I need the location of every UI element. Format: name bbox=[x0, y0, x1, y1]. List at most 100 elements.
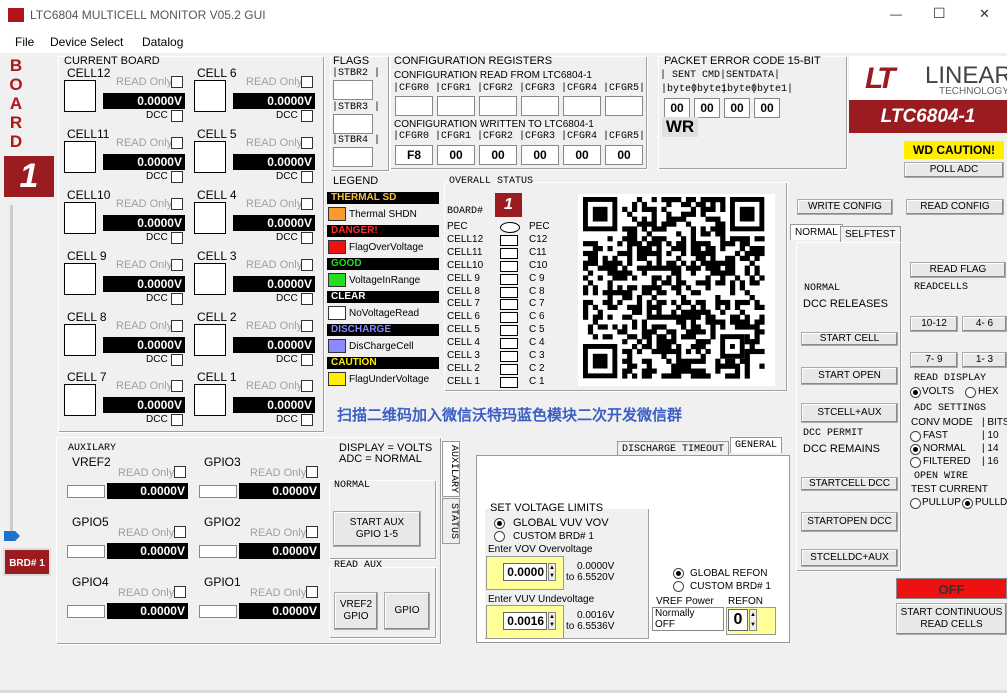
read-10-12-button[interactable]: 10-12 bbox=[910, 316, 958, 332]
aux-read-only-checkbox[interactable] bbox=[174, 586, 186, 598]
dcc-checkbox[interactable] bbox=[171, 293, 183, 305]
start-aux-button[interactable]: START AUX GPIO 1-5 bbox=[333, 511, 421, 547]
read-7-9-button[interactable]: 7- 9 bbox=[910, 352, 958, 368]
start-cell-button[interactable]: START CELL bbox=[801, 332, 898, 346]
dcc-checkbox[interactable] bbox=[171, 232, 183, 244]
custom-brd-radio[interactable] bbox=[494, 531, 505, 542]
dcc-checkbox[interactable] bbox=[171, 110, 183, 122]
tab-auxilary[interactable]: AUXILARY bbox=[442, 441, 460, 497]
refon-value[interactable]: 0 bbox=[728, 609, 748, 631]
menu-device-select[interactable]: Device Select bbox=[50, 35, 123, 49]
start-continuous-button[interactable]: START CONTINUOUS READ CELLS bbox=[896, 603, 1007, 635]
read-only-checkbox[interactable] bbox=[171, 320, 183, 332]
read-only-checkbox[interactable] bbox=[171, 76, 183, 88]
dcc-checkbox[interactable] bbox=[171, 171, 183, 183]
tab-general[interactable]: GENERAL bbox=[730, 437, 783, 453]
cfg-write-value[interactable]: F8 bbox=[395, 145, 433, 165]
read-only-checkbox[interactable] bbox=[301, 320, 313, 332]
refon-stepper[interactable]: ▲ ▼ bbox=[749, 609, 757, 631]
read-only-checkbox[interactable] bbox=[171, 137, 183, 149]
filtered-label: FILTERED bbox=[923, 456, 971, 467]
global-refon-radio[interactable] bbox=[673, 568, 684, 579]
vov-stepper[interactable]: ▲ ▼ bbox=[548, 563, 556, 581]
hex-radio[interactable] bbox=[965, 387, 976, 398]
read-only-checkbox[interactable] bbox=[301, 198, 313, 210]
close-button[interactable]: ✕ bbox=[979, 6, 990, 22]
pulldn-radio[interactable] bbox=[962, 498, 973, 509]
cfg-write-value[interactable]: 00 bbox=[521, 145, 559, 165]
read-config-button[interactable]: READ CONFIG bbox=[906, 199, 1004, 215]
stcelldc-aux-button[interactable]: STCELLDC+AUX bbox=[801, 549, 898, 567]
board-slider-track[interactable] bbox=[10, 205, 13, 535]
pec-byte-value: 00 bbox=[754, 98, 780, 118]
cfg-read-header: |CFGR0 bbox=[393, 83, 430, 94]
read-only-checkbox[interactable] bbox=[171, 259, 183, 271]
start-open-button[interactable]: START OPEN bbox=[801, 367, 898, 385]
startopen-dcc-button[interactable]: STARTOPEN DCC bbox=[801, 512, 898, 532]
read-only-checkbox[interactable] bbox=[301, 76, 313, 88]
pullup-radio[interactable] bbox=[910, 498, 921, 509]
flag-stbr3-box bbox=[333, 114, 373, 134]
flag-stbr4-box bbox=[333, 147, 373, 167]
hex-label: HEX bbox=[978, 386, 999, 397]
vuv-range-min: 0.0016V bbox=[577, 610, 615, 621]
menu-file[interactable]: File bbox=[15, 35, 34, 49]
vov-input[interactable]: 0.0000 bbox=[503, 563, 547, 581]
stcell-aux-button[interactable]: STCELL+AUX bbox=[801, 403, 898, 423]
aux-voltage: 0.0000V bbox=[239, 543, 320, 559]
dcc-checkbox[interactable] bbox=[171, 354, 183, 366]
tab-normal[interactable]: NORMAL bbox=[790, 224, 843, 240]
vuv-input[interactable]: 0.0016 bbox=[503, 612, 547, 630]
cell-voltage: 0.0000V bbox=[103, 397, 185, 413]
aux-read-only-checkbox[interactable] bbox=[306, 526, 318, 538]
read-only-checkbox[interactable] bbox=[301, 380, 313, 392]
dcc-checkbox[interactable] bbox=[301, 293, 313, 305]
vuv-stepper[interactable]: ▲ ▼ bbox=[548, 612, 556, 630]
volts-radio[interactable] bbox=[910, 387, 921, 398]
tab-selftest[interactable]: SELFTEST bbox=[840, 226, 901, 242]
custom-refon-radio[interactable] bbox=[673, 581, 684, 592]
cell-voltage: 0.0000V bbox=[103, 215, 185, 231]
menu-datalog[interactable]: Datalog bbox=[142, 35, 183, 49]
brd-button[interactable]: BRD# 1 bbox=[3, 548, 51, 576]
dcc-checkbox[interactable] bbox=[301, 354, 313, 366]
fast-radio[interactable] bbox=[910, 431, 921, 442]
read-only-checkbox[interactable] bbox=[171, 380, 183, 392]
aux-read-only-checkbox[interactable] bbox=[174, 466, 186, 478]
aux-read-only-checkbox[interactable] bbox=[174, 526, 186, 538]
vref2-gpio-button[interactable]: VREF2 GPIO bbox=[334, 592, 378, 630]
dcc-label: DCC bbox=[276, 414, 298, 425]
aux-read-only-checkbox[interactable] bbox=[306, 466, 318, 478]
read-only-checkbox[interactable] bbox=[301, 259, 313, 271]
cfg-write-value[interactable]: 00 bbox=[605, 145, 643, 165]
vref-power-label: VREF Power bbox=[656, 596, 714, 607]
aux-read-only-checkbox[interactable] bbox=[306, 586, 318, 598]
maximize-button[interactable]: ☐ bbox=[933, 5, 946, 22]
startcell-dcc-button[interactable]: STARTCELL DCC bbox=[801, 477, 898, 491]
read-only-label: READ Only bbox=[246, 380, 303, 392]
dcc-checkbox[interactable] bbox=[301, 414, 313, 426]
read-flag-button[interactable]: READ FLAG bbox=[910, 262, 1006, 278]
cfg-read-value bbox=[605, 96, 643, 116]
gpio-button[interactable]: GPIO bbox=[384, 592, 430, 630]
tab-status[interactable]: STATUS bbox=[442, 498, 460, 544]
minimize-button[interactable]: — bbox=[890, 7, 902, 21]
dcc-checkbox[interactable] bbox=[301, 171, 313, 183]
cfg-write-value[interactable]: 00 bbox=[437, 145, 475, 165]
read-4-6-button[interactable]: 4- 6 bbox=[962, 316, 1007, 332]
cfg-write-value[interactable]: 00 bbox=[563, 145, 601, 165]
read-only-checkbox[interactable] bbox=[301, 137, 313, 149]
read-1-3-button[interactable]: 1- 3 bbox=[962, 352, 1007, 368]
write-config-button[interactable]: WRITE CONFIG bbox=[797, 199, 893, 215]
global-vuv-radio[interactable] bbox=[494, 518, 505, 529]
normal-radio[interactable] bbox=[910, 444, 921, 455]
dcc-checkbox[interactable] bbox=[171, 414, 183, 426]
read-only-checkbox[interactable] bbox=[171, 198, 183, 210]
board-slider-handle[interactable] bbox=[4, 531, 20, 541]
legend-label: Thermal SHDN bbox=[349, 209, 417, 220]
dcc-checkbox[interactable] bbox=[301, 110, 313, 122]
filtered-radio[interactable] bbox=[910, 457, 921, 468]
cfg-write-value[interactable]: 00 bbox=[479, 145, 517, 165]
poll-adc-button[interactable]: POLL ADC bbox=[904, 162, 1004, 178]
dcc-checkbox[interactable] bbox=[301, 232, 313, 244]
